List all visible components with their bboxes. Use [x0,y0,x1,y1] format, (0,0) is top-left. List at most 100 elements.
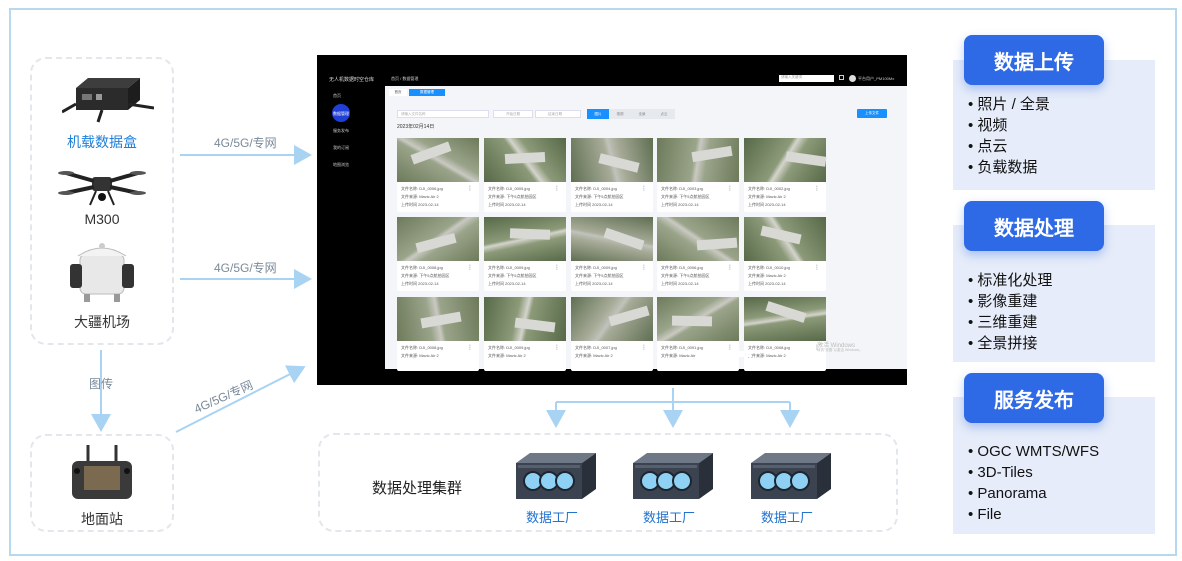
more-icon[interactable]: ⋮ [814,264,820,271]
more-icon[interactable]: ⋮ [467,344,473,351]
image-card[interactable]: 文件名称: DJI_0007.jpg 文件来源: Mavic Air 2 ⋮ [571,297,653,371]
date-group-label: 2023年02月14日 [397,124,435,130]
card-source: 文件来源: 下午5点航拍园区 [575,273,624,278]
server-icon [633,453,713,499]
aerial-thumbnail [744,297,826,341]
more-icon[interactable]: ⋮ [467,185,473,192]
more-icon[interactable]: ⋮ [814,185,820,192]
filter-pointcloud[interactable]: 点云 [653,109,675,119]
card-source: 文件来源: 下午5点航拍园区 [575,194,624,199]
server-label: 数据工厂 [525,510,578,525]
nav-subscription[interactable]: 我的订阅 [333,145,349,151]
tab-home[interactable]: 首页 [389,89,407,96]
building-shape [671,315,713,327]
card-name: 文件名称: DJI_0008.jpg [401,265,443,270]
card-name: 文件名称: DJI_0008.jpg [748,345,790,350]
card-name: 文件名称: DJI_0010.jpg [748,265,790,270]
section-title-publish: 服务发布 [964,373,1104,423]
list-item: 视频 [968,115,1050,136]
watermark-subtitle: 转到"设置"以激活 Windows。 [817,348,863,352]
card-time: 上传时间 2023-02-14 [575,202,613,207]
card-name: 文件名称: DJI_0006.jpg [401,186,443,191]
list-item: 影像重建 [968,291,1052,312]
app-title: 无人机数据时空仓库 [329,77,375,83]
fullscreen-icon[interactable] [839,75,844,80]
more-icon[interactable]: ⋮ [554,185,560,192]
global-search-input[interactable]: 请输入关键词 [779,75,834,82]
image-card[interactable]: 文件名称: DJI_0005.jpg 文件来源: 下午5点航拍园区 上传时间 202… [484,138,566,212]
more-icon[interactable]: ⋮ [727,344,733,351]
taskbar-icons [701,351,751,357]
image-card[interactable]: 文件名称: DJI_0010.jpg 文件来源: Mavic Air 2 上传时间 … [744,217,826,291]
image-card[interactable]: 文件名称: DJI_0008.jpg 文件来源: 下午5点航拍园区 上传时间 202… [397,217,479,291]
image-card[interactable]: 文件名称: DJI_0091.jpg 文件来源: Mavic Air ⋮ [657,297,739,371]
card-source: 文件来源: 下午5点航拍园区 [401,273,450,278]
upload-items: 照片 / 全景 视频 点云 负载数据 [968,94,1050,178]
card-source: 文件来源: Mavic Air 2 [748,194,786,199]
server-icon [751,453,831,499]
image-card[interactable]: 文件名称: DJI_0004.jpg 文件来源: 下午5点航拍园区 上传时间 202… [571,138,653,212]
card-time: 上传时间 2023-02-14 [488,281,526,286]
card-name: 文件名称: DJI_0009.jpg [488,345,530,350]
card-name: 文件名称: DJI_0006.jpg [661,265,703,270]
card-time: 上传时间 2023-02-14 [661,202,699,207]
tab-data-manage[interactable]: 数据管理 [409,89,445,96]
more-icon[interactable]: ⋮ [641,344,647,351]
nav-data-manage[interactable]: 数据管理 [333,111,349,117]
cluster-title: 数据处理集群 [372,480,463,497]
card-time: 上传时间 2023-02-14 [748,281,786,286]
card-name: 文件名称: DJI_0009.jpg [575,265,617,270]
nav-map-browse[interactable]: 地图浏览 [333,162,349,168]
card-source: 文件来源: 下午5点航拍园区 [661,194,710,199]
list-item: File [968,504,1099,525]
image-card[interactable]: 文件名称: DJI_0009.jpg 文件来源: Mavic Air 2 ⋮ [484,297,566,371]
card-source: 文件来源: 下午5点航拍园区 [661,273,710,278]
card-source: 文件来源: Mavic Air [661,353,696,358]
list-item: OGC WMTS/WFS [968,441,1099,462]
image-card[interactable]: 文件名称: DJI_0008.jpg 文件来源: Mavic Air 2 ⋮ [397,297,479,371]
image-card[interactable]: 文件名称: DJI_0006.jpg 文件来源: 下午5点航拍园区 上传时间 202… [657,217,739,291]
more-icon[interactable]: ⋮ [554,264,560,271]
section-title-process: 数据处理 [964,201,1104,251]
date-start-input[interactable]: 开始日期 [493,110,533,118]
image-card[interactable]: 文件名称: DJI_0009.jpg 文件来源: 下午5点航拍园区 上传时间 202… [571,217,653,291]
list-item: Panorama [968,483,1099,504]
date-end-input[interactable]: 结束日期 [535,110,581,118]
more-icon[interactable]: ⋮ [641,185,647,192]
more-icon[interactable]: ⋮ [554,344,560,351]
transfer-label: 图传 [89,377,114,391]
image-card[interactable]: 文件名称: DJI_0002.jpg 文件来源: Mavic Air 2 上传时间 … [744,138,827,212]
more-icon[interactable]: ⋮ [727,264,733,271]
nav-service-publish[interactable]: 服务发布 [333,128,349,134]
image-card[interactable]: 文件名称: DJI_0003.jpg 文件来源: 下午5点航拍园区 上传时间 202… [657,138,739,212]
card-time: 上传时间 2023-02-14 [748,202,786,207]
card-source: 文件来源: Mavic Air 2 [401,353,439,358]
filter-image[interactable]: 图片 [587,109,609,119]
user-name[interactable]: 平台用户_PM100Mx [858,76,894,82]
nav-home[interactable]: 首页 [333,93,341,99]
upload-button[interactable]: 上传文件 [857,109,887,118]
filter-panorama[interactable]: 全景 [631,109,653,119]
card-name: 文件名称: DJI_0003.jpg [661,186,703,191]
server-icon [516,453,596,499]
more-icon[interactable]: ⋮ [467,264,473,271]
filter-video[interactable]: 视频 [609,109,631,119]
list-item: 全景拼接 [968,333,1052,354]
image-card[interactable]: 文件名称: DJI_0008.jpg 文件来源: Mavic Air 2 ⋮ [744,297,826,371]
card-name: 文件名称: DJI_0009.jpg [488,265,530,270]
list-item: 三维重建 [968,312,1052,333]
section-title-upload: 数据上传 [964,35,1104,85]
avatar[interactable] [849,75,856,82]
app-content: 首页 数据管理 请输入文件名称 开始日期 结束日期 图片 视频 全景 点云 上传… [385,86,907,371]
more-icon[interactable]: ⋮ [727,185,733,192]
more-icon[interactable]: ⋮ [641,264,647,271]
aerial-thumbnail [484,217,566,261]
card-source: 文件来源: Mavic Air 2 [401,194,439,199]
image-card[interactable]: 文件名称: DJI_0009.jpg 文件来源: 下午5点航拍园区 上传时间 202… [484,217,566,291]
card-name: 文件名称: DJI_0004.jpg [575,186,617,191]
card-name: 文件名称: DJI_0007.jpg [575,345,617,350]
file-search-input[interactable]: 请输入文件名称 [397,110,489,118]
image-card[interactable]: 文件名称: DJI_0006.jpg 文件来源: Mavic Air 2 上传时间 … [397,138,479,212]
card-source: 文件来源: Mavic Air 2 [748,273,786,278]
card-time: 上传时间 2023-02-14 [488,202,526,207]
